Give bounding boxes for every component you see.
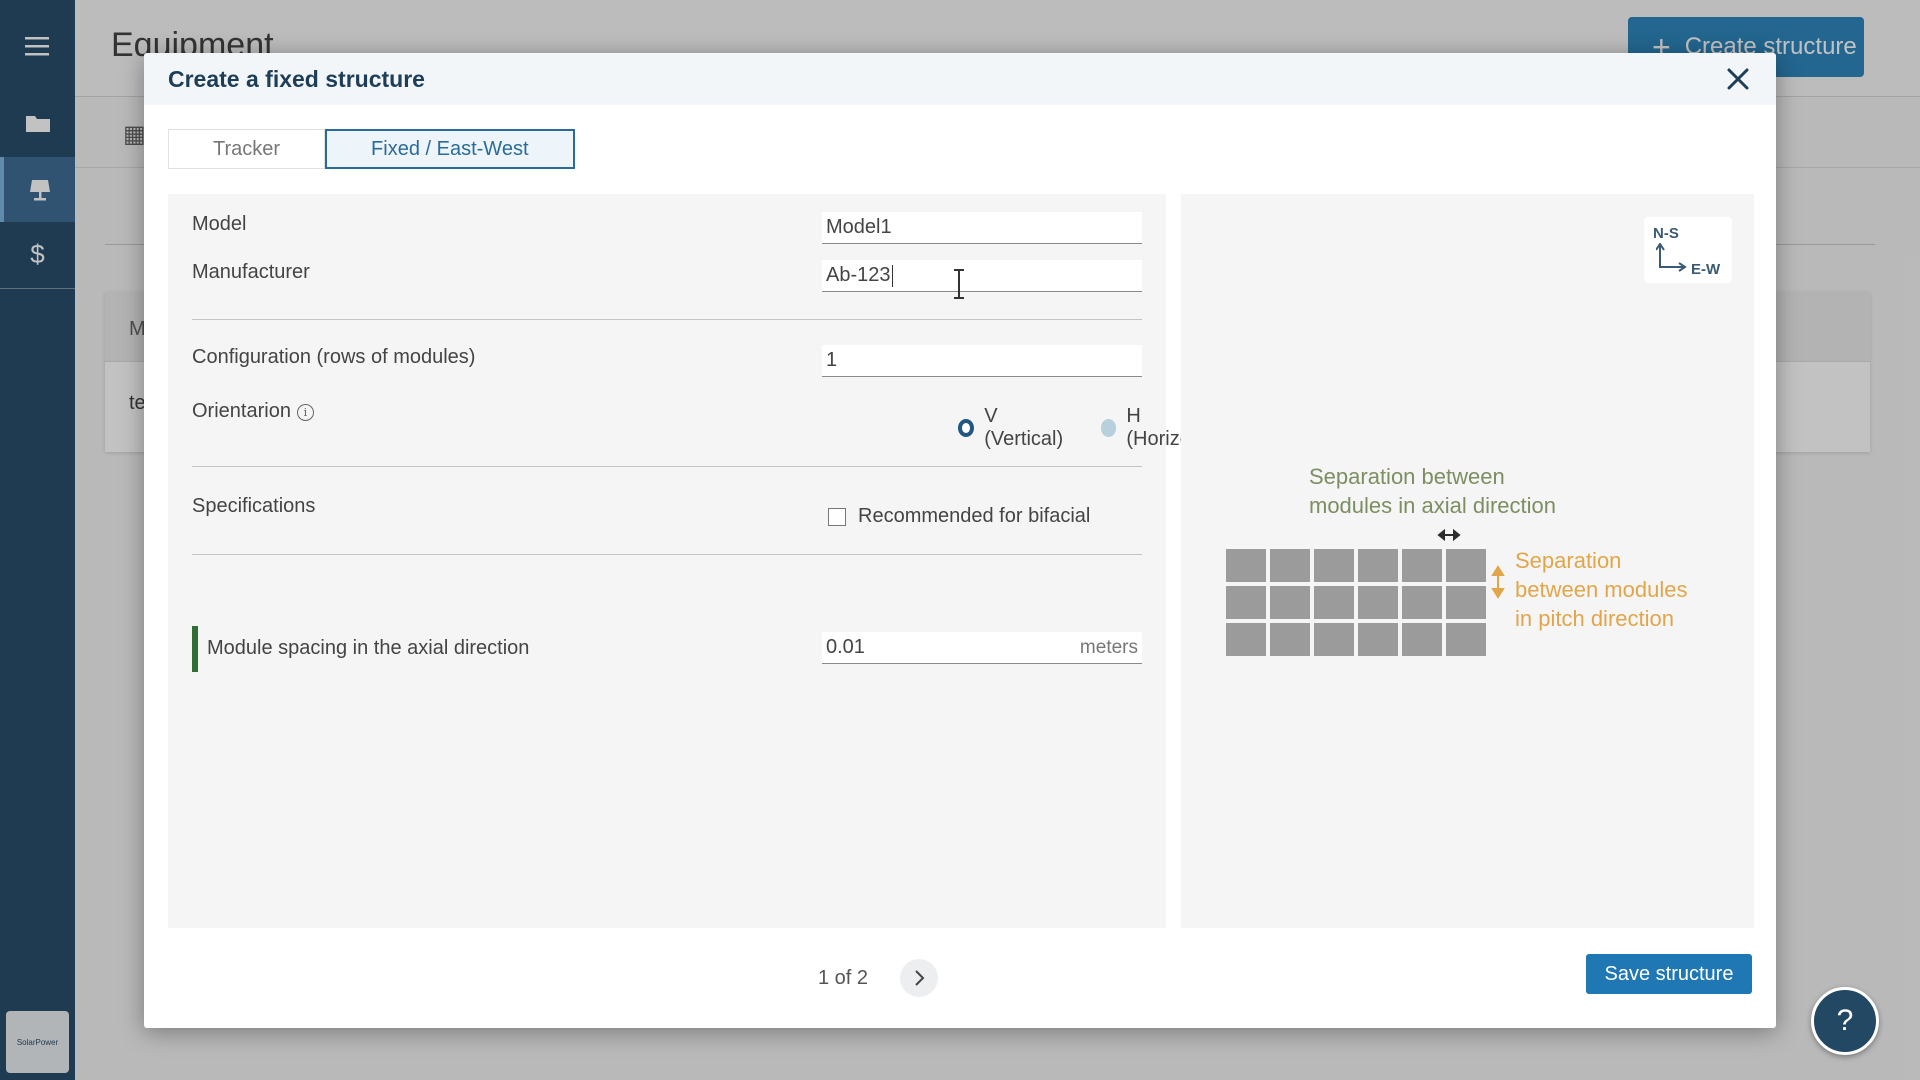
help-button[interactable]: ?: [1811, 987, 1879, 1055]
compass-arrow-icon: [1656, 243, 1687, 272]
compass-indicator: N-S E-W: [1644, 217, 1732, 283]
divider: [192, 554, 1142, 555]
spacing-unit: meters: [1079, 636, 1138, 658]
orientation-vertical-label: V (Vertical): [984, 405, 1064, 450]
form-panel: Model Model1 Manufacturer Ab-123 Configu…: [168, 194, 1230, 928]
manufacturer-value: Ab-123: [826, 264, 891, 286]
modal-header: Create a fixed structure: [144, 53, 1776, 105]
compass-ew-label: E-W: [1691, 261, 1721, 278]
configuration-label: Configuration (rows of modules): [192, 346, 476, 368]
tab-fixed-east-west[interactable]: Fixed / East-West: [325, 129, 575, 169]
checkbox-box[interactable]: [828, 507, 846, 526]
axial-text-line: Separation between: [1309, 464, 1505, 489]
axial-arrow-icon: [1437, 528, 1461, 542]
axial-text-line: modules in axial direction: [1309, 493, 1557, 518]
model-label: Model: [192, 213, 247, 235]
pitch-text-line: in pitch direction: [1515, 606, 1674, 631]
tab-tracker[interactable]: Tracker: [168, 129, 326, 169]
orientation-label-row: Orientarion i: [192, 400, 314, 423]
spacing-value: 0.01: [826, 636, 865, 658]
pitch-arrow-icon: [1491, 565, 1505, 599]
pitch-separation-label: Separation between modules in pitch dire…: [1515, 546, 1687, 633]
orientation-label: Orientarion: [192, 400, 291, 422]
module-grid-diagram: [1226, 528, 1505, 656]
help-icon: ?: [1836, 1004, 1854, 1037]
axial-separation-label: Separation between modules in axial dire…: [1309, 462, 1556, 520]
required-indicator: [192, 626, 198, 672]
text-cursor-icon: [954, 269, 964, 299]
create-structure-modal: Create a fixed structure Tracker Fixed /…: [144, 53, 1776, 1028]
close-button[interactable]: [1722, 63, 1754, 95]
pitch-text-line: between modules: [1515, 577, 1688, 602]
bifacial-label: Recommended for bifacial: [858, 505, 1091, 527]
module-cells: [1226, 549, 1486, 656]
model-field[interactable]: Model1: [822, 212, 1142, 244]
pitch-text-line: Separation: [1515, 548, 1622, 573]
save-structure-button[interactable]: Save structure: [1586, 954, 1752, 994]
structure-type-tabs: Tracker Fixed / East-West: [168, 129, 575, 169]
modal-title: Create a fixed structure: [168, 66, 425, 92]
configuration-field[interactable]: 1: [822, 345, 1142, 377]
radio-selected-indicator: [958, 419, 975, 437]
close-icon: [1727, 68, 1749, 90]
diagram-panel: N-S E-W Separation between modules in ax…: [1181, 194, 1754, 928]
spacing-label: Module spacing in the axial direction: [207, 637, 530, 659]
info-icon[interactable]: i: [296, 404, 314, 421]
configuration-value: 1: [826, 349, 838, 371]
spacing-field[interactable]: 0.01 meters: [822, 632, 1142, 664]
radio-unselected-indicator: [1100, 419, 1117, 437]
manufacturer-field[interactable]: Ab-123: [822, 260, 1142, 299]
bifacial-checkbox[interactable]: Recommended for bifacial: [828, 505, 1090, 528]
manufacturer-label: Manufacturer: [192, 261, 310, 283]
specifications-label: Specifications: [192, 495, 316, 517]
chevron-right-icon: [915, 970, 925, 986]
compass-ns-label: N-S: [1653, 225, 1679, 242]
text-caret: [891, 264, 893, 287]
model-value: Model1: [826, 216, 892, 238]
pagination-text: 1 of 2: [818, 966, 869, 989]
next-page-button[interactable]: [900, 959, 939, 997]
pagination: 1 of 2: [818, 959, 939, 997]
orientation-vertical-radio[interactable]: V (Vertical): [958, 405, 1065, 451]
divider: [192, 466, 1142, 467]
divider: [192, 319, 1142, 320]
manufacturer-value-wrap: Ab-123: [826, 264, 893, 287]
